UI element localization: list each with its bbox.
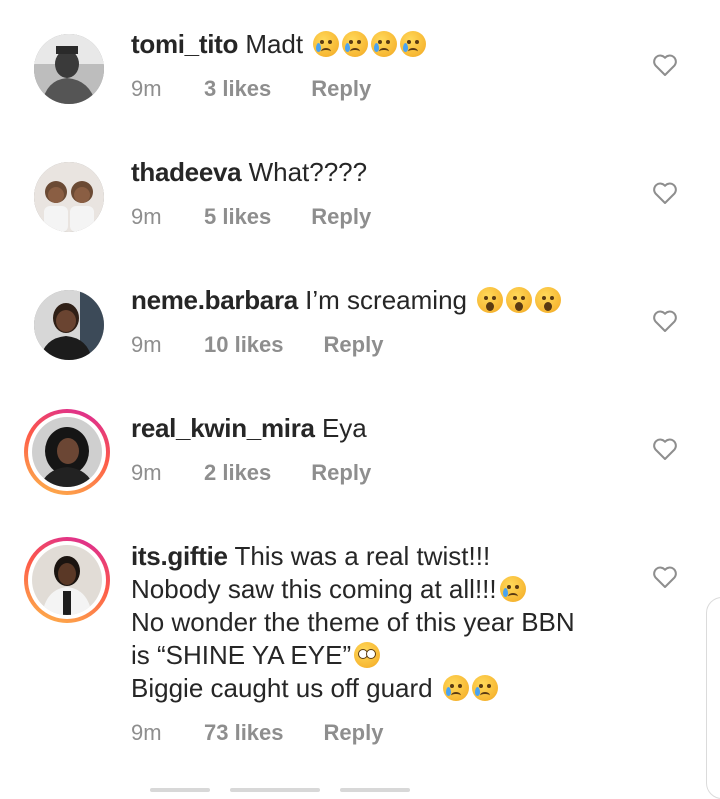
heart-outline-icon[interactable]	[652, 53, 678, 77]
likes-count[interactable]: 2 likes	[204, 460, 271, 486]
comment-text: tomi_tito Madt	[131, 28, 641, 61]
comment-time: 9m	[131, 204, 162, 229]
comment-item: tomi_tito Madt 9m 3 likes Reply	[0, 0, 720, 128]
comment-message-line-1: This was a real twist!!!	[234, 541, 491, 571]
comment-time: 9m	[131, 332, 162, 357]
comment-message-line-5: Biggie caught us off guard	[131, 673, 433, 703]
crying-face-emoji	[442, 675, 469, 701]
avatar-story-ring[interactable]	[24, 409, 110, 495]
avatar-ring-gap	[28, 541, 106, 619]
avatar-image	[32, 545, 102, 615]
heart-outline-icon[interactable]	[652, 437, 678, 461]
reply-button[interactable]: Reply	[311, 204, 371, 230]
likes-count[interactable]: 10 likes	[204, 332, 284, 358]
offscreen-panel-edge	[706, 597, 720, 799]
reply-button[interactable]: Reply	[311, 460, 371, 486]
comment-message-line-3: No wonder the theme of this year BBN	[131, 607, 575, 637]
avatar[interactable]	[34, 162, 104, 232]
avatar-photo	[34, 290, 104, 360]
crying-face-emoji	[342, 31, 369, 57]
comment-line: Biggie caught us off guard	[131, 672, 641, 705]
comment-username[interactable]: real_kwin_mira	[131, 413, 315, 443]
reply-button[interactable]: Reply	[324, 720, 384, 746]
likes-count[interactable]: 3 likes	[204, 76, 271, 102]
comment-message-line-4: is “SHINE YA EYE”	[131, 640, 352, 670]
comment-text: neme.barbara I’m screaming	[131, 284, 641, 317]
crying-face-emoji	[499, 576, 526, 602]
comment-line: is “SHINE YA EYE”	[131, 639, 641, 672]
comment-username[interactable]: its.giftie	[131, 541, 228, 571]
pleading-face-emoji	[354, 642, 381, 668]
heart-outline-icon[interactable]	[652, 565, 678, 589]
avatar[interactable]	[34, 34, 104, 104]
crying-face-emoji	[371, 31, 398, 57]
comment-text: its.giftie This was a real twist!!! Nobo…	[131, 540, 641, 705]
reply-button[interactable]: Reply	[324, 332, 384, 358]
comment-meta: 9m 3 likes Reply	[131, 76, 371, 102]
comment-item: real_kwin_mira Eya 9m 2 likes Reply	[0, 384, 720, 512]
avatar[interactable]	[34, 290, 104, 360]
comment-username[interactable]: tomi_tito	[131, 29, 238, 59]
comment-message-line-2: Nobody saw this coming at all!!!	[131, 574, 497, 604]
comment-message: What????	[248, 157, 368, 187]
comment-username[interactable]: thadeeva	[131, 157, 242, 187]
comment-item: thadeeva What???? 9m 5 likes Reply	[0, 128, 720, 256]
crying-face-emoji	[400, 31, 427, 57]
avatar-photo	[34, 162, 104, 232]
reply-button[interactable]: Reply	[311, 76, 371, 102]
comment-text: real_kwin_mira Eya	[131, 412, 641, 445]
comment-line: No wonder the theme of this year BBN	[131, 606, 641, 639]
comment-line: its.giftie This was a real twist!!!	[131, 540, 641, 573]
comment-meta: 9m 10 likes Reply	[131, 332, 383, 358]
crying-face-emoji	[313, 31, 340, 57]
avatar-image	[32, 417, 102, 487]
comment-item: its.giftie This was a real twist!!! Nobo…	[0, 512, 720, 782]
comment-meta: 9m 2 likes Reply	[131, 460, 371, 486]
astonished-face-emoji	[535, 287, 562, 313]
comment-message: Eya	[321, 413, 367, 443]
next-comment-cutoff	[150, 784, 550, 792]
avatar-story-ring[interactable]	[24, 537, 110, 623]
heart-outline-icon[interactable]	[652, 309, 678, 333]
avatar-photo	[34, 34, 104, 104]
likes-count[interactable]: 73 likes	[204, 720, 284, 746]
comment-time: 9m	[131, 460, 162, 485]
astonished-face-emoji	[506, 287, 533, 313]
crying-face-emoji	[471, 675, 498, 701]
comment-line: Nobody saw this coming at all!!!	[131, 573, 641, 606]
comment-time: 9m	[131, 76, 162, 101]
heart-outline-icon[interactable]	[652, 181, 678, 205]
comment-item: neme.barbara I’m screaming 9m 10 likes Rep…	[0, 256, 720, 384]
astonished-face-emoji	[477, 287, 504, 313]
comment-username[interactable]: neme.barbara	[131, 285, 298, 315]
comment-text: thadeeva What????	[131, 156, 641, 189]
avatar-photo	[32, 545, 102, 615]
comment-time: 9m	[131, 720, 162, 745]
comment-meta: 9m 5 likes Reply	[131, 204, 371, 230]
avatar-ring-gap	[28, 413, 106, 491]
comment-meta: 9m 73 likes Reply	[131, 720, 383, 746]
comment-message: Madt	[245, 29, 304, 59]
likes-count[interactable]: 5 likes	[204, 204, 271, 230]
avatar-photo	[32, 417, 102, 487]
comment-message: I’m screaming	[305, 285, 467, 315]
